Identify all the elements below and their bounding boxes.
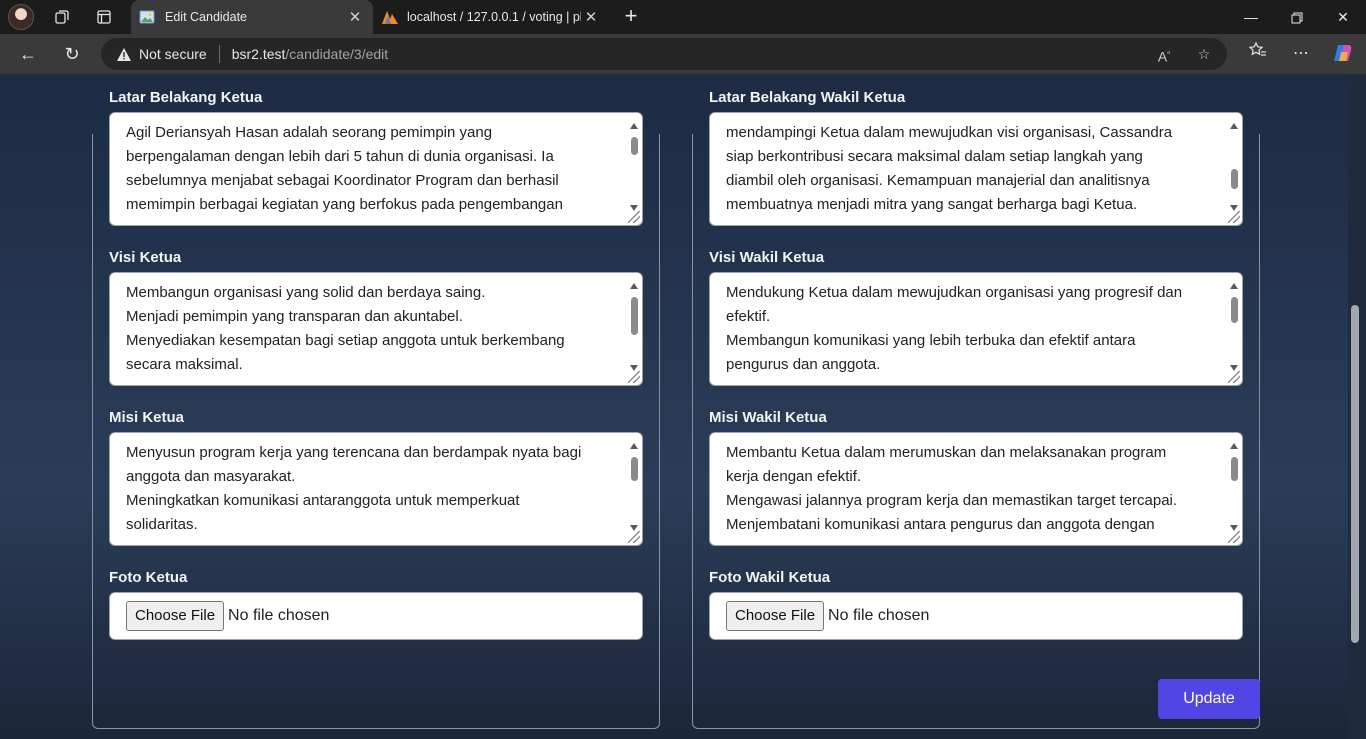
scroll-up-icon[interactable] — [630, 283, 638, 289]
restore-icon[interactable] — [1274, 0, 1320, 34]
resize-handle-icon[interactable] — [1228, 371, 1240, 383]
scroll-thumb[interactable] — [631, 297, 638, 335]
visi-ketua-text: Membangun organisasi yang solid dan berd… — [126, 284, 565, 373]
latar-ketua-field: Latar Belakang Ketua Agil Deriansyah Has… — [109, 88, 643, 226]
foto-wakil-field: Foto Wakil Ketua Choose File No file cho… — [709, 568, 1243, 640]
scroll-up-icon[interactable] — [630, 123, 638, 129]
profile-avatar[interactable] — [8, 4, 34, 30]
resize-handle-icon[interactable] — [628, 371, 640, 383]
address-toolbar: ← ↻ Not secure bsr2.test/candidate/3/edi… — [0, 34, 1366, 74]
misi-wakil-field: Misi Wakil Ketua Membantu Ketua dalam me… — [709, 408, 1243, 546]
security-label[interactable]: Not secure — [139, 46, 207, 62]
visi-ketua-label: Visi Ketua — [109, 249, 182, 266]
url-bar[interactable]: Not secure bsr2.test/candidate/3/edit Aⁿ… — [101, 38, 1227, 70]
visi-wakil-textarea[interactable]: Mendukung Ketua dalam mewujudkan organis… — [709, 272, 1243, 386]
url-path: /candidate/3/edit — [285, 46, 389, 62]
file-status: No file chosen — [228, 607, 330, 624]
choose-file-button[interactable]: Choose File — [726, 601, 825, 631]
visi-wakil-text: Mendukung Ketua dalam mewujudkan organis… — [726, 284, 1183, 373]
visi-wakil-label: Visi Wakil Ketua — [709, 249, 825, 266]
warning-icon[interactable] — [115, 46, 133, 62]
scroll-up-icon[interactable] — [1230, 283, 1238, 289]
misi-ketua-textarea[interactable]: Menyusun program kerja yang terencana da… — [109, 432, 643, 546]
latar-wakil-label: Latar Belakang Wakil Ketua — [709, 89, 906, 106]
phpmyadmin-icon — [381, 9, 398, 25]
foto-ketua-label: Foto Ketua — [109, 569, 188, 586]
tab-phpmyadmin[interactable]: localhost / 127.0.0.1 / voting | php ✕ — [373, 0, 609, 34]
visi-ketua-textarea[interactable]: Membangun organisasi yang solid dan berd… — [109, 272, 643, 386]
latar-wakil-text: mendampingi Ketua dalam mewujudkan visi … — [726, 124, 1173, 213]
choose-file-button[interactable]: Choose File — [126, 601, 225, 631]
page-scroll-thumb[interactable] — [1351, 305, 1359, 643]
visi-ketua-field: Visi Ketua Membangun organisasi yang sol… — [109, 248, 643, 386]
more-options-icon[interactable]: ⋯ — [1288, 42, 1314, 66]
latar-ketua-text: Agil Deriansyah Hasan adalah seorang pem… — [126, 124, 563, 213]
misi-ketua-field: Misi Ketua Menyusun program kerja yang t… — [109, 408, 643, 546]
textarea-scrollbar[interactable] — [628, 277, 640, 379]
back-arrow-icon[interactable]: ← — [15, 42, 41, 66]
minimize-icon[interactable]: — — [1228, 0, 1274, 34]
url-divider — [218, 45, 220, 63]
scroll-thumb[interactable] — [631, 457, 638, 481]
tab-edit-candidate[interactable]: Edit Candidate ✕ — [131, 0, 373, 34]
latar-wakil-field: Latar Belakang Wakil Ketua mendampingi K… — [709, 88, 1243, 226]
scroll-thumb[interactable] — [1231, 297, 1238, 323]
image-file-icon — [139, 9, 155, 25]
tab-actions-icon[interactable] — [92, 5, 116, 29]
scroll-up-icon[interactable] — [630, 443, 638, 449]
scroll-thumb[interactable] — [631, 137, 638, 155]
foto-wakil-input[interactable]: Choose File No file chosen — [709, 592, 1243, 640]
visi-wakil-field: Visi Wakil Ketua Mendukung Ketua dalam m… — [709, 248, 1243, 386]
resize-handle-icon[interactable] — [1228, 211, 1240, 223]
scroll-up-icon[interactable] — [1230, 443, 1238, 449]
foto-ketua-field: Foto Ketua Choose File No file chosen — [109, 568, 643, 640]
tab-title: Edit Candidate — [165, 10, 248, 24]
refresh-icon[interactable]: ↻ — [59, 42, 85, 66]
page-content: Latar Belakang Ketua Agil Deriansyah Has… — [0, 74, 1348, 739]
misi-wakil-text: Membantu Ketua dalam merumuskan dan mela… — [726, 444, 1178, 533]
copilot-icon[interactable] — [1330, 42, 1356, 66]
scroll-up-icon[interactable] — [1230, 123, 1238, 129]
resize-handle-icon[interactable] — [628, 211, 640, 223]
foto-wakil-label: Foto Wakil Ketua — [709, 569, 831, 586]
latar-ketua-label: Latar Belakang Ketua — [109, 89, 263, 106]
latar-ketua-textarea[interactable]: Agil Deriansyah Hasan adalah seorang pem… — [109, 112, 643, 226]
close-tab-icon[interactable]: ✕ — [345, 8, 365, 26]
tab-bar: Edit Candidate ✕ localhost / 127.0.0.1 /… — [0, 0, 1366, 34]
file-status: No file chosen — [828, 607, 930, 624]
textarea-scrollbar[interactable] — [628, 117, 640, 219]
close-tab-icon[interactable]: ✕ — [581, 8, 601, 26]
favorite-star-icon[interactable]: ☆ — [1193, 44, 1215, 64]
misi-ketua-text: Menyusun program kerja yang terencana da… — [126, 444, 582, 533]
collections-icon[interactable] — [50, 5, 74, 29]
read-aloud-icon[interactable]: Aⁿ — [1153, 44, 1175, 65]
resize-handle-icon[interactable] — [1228, 531, 1240, 543]
url-host: bsr2.test — [231, 46, 286, 62]
resize-handle-icon[interactable] — [628, 531, 640, 543]
textarea-scrollbar[interactable] — [1228, 117, 1240, 219]
latar-wakil-textarea[interactable]: mendampingi Ketua dalam mewujudkan visi … — [709, 112, 1243, 226]
textarea-scrollbar[interactable] — [1228, 277, 1240, 379]
misi-wakil-textarea[interactable]: Membantu Ketua dalam merumuskan dan mela… — [709, 432, 1243, 546]
textarea-scrollbar[interactable] — [1228, 437, 1240, 539]
tab-title: localhost / 127.0.0.1 / voting | php — [407, 10, 581, 24]
new-tab-button[interactable]: + — [618, 4, 644, 30]
scroll-thumb[interactable] — [1231, 457, 1238, 481]
foto-ketua-input[interactable]: Choose File No file chosen — [109, 592, 643, 640]
scroll-thumb[interactable] — [1231, 169, 1238, 189]
misi-ketua-label: Misi Ketua — [109, 409, 185, 426]
favorites-icon[interactable] — [1245, 41, 1271, 66]
update-button[interactable]: Update — [1158, 679, 1260, 719]
textarea-scrollbar[interactable] — [628, 437, 640, 539]
misi-wakil-label: Misi Wakil Ketua — [709, 409, 827, 426]
close-window-icon[interactable]: ✕ — [1320, 0, 1366, 34]
